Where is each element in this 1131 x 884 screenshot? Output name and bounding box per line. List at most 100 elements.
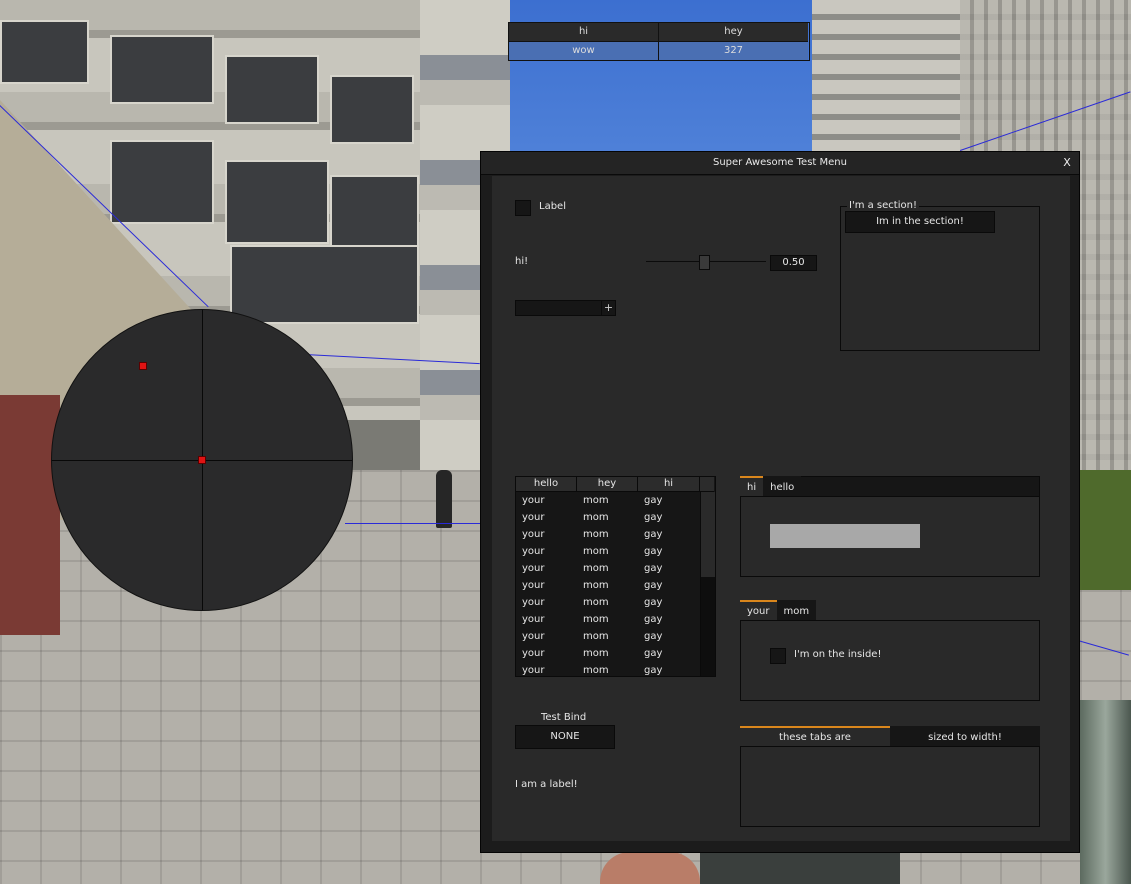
list-item-cell: gay — [644, 614, 663, 625]
list-item[interactable]: your mom gay — [516, 509, 700, 526]
radar-blip-player — [198, 456, 206, 464]
section-button[interactable]: Im in the section! — [845, 211, 995, 233]
list-item[interactable]: your mom gay — [516, 492, 700, 509]
text-input[interactable] — [770, 524, 920, 548]
tab-panel — [740, 496, 1040, 577]
tab-hello[interactable]: hello — [763, 476, 802, 497]
list-item-cell: mom — [583, 631, 609, 642]
player-hand — [600, 852, 700, 884]
column-header-corner — [700, 477, 714, 492]
list-item[interactable]: your mom gay — [516, 526, 700, 543]
list-view-header: hello hey hi — [516, 477, 715, 492]
list-item-cell: your — [522, 597, 545, 608]
list-item-cell: mom — [583, 614, 609, 625]
label-checkbox[interactable] — [515, 200, 531, 216]
list-item[interactable]: your mom gay — [516, 628, 700, 645]
info-cell: 327 — [658, 42, 808, 60]
list-item-cell: gay — [644, 563, 663, 574]
red-brick-wall — [0, 395, 60, 635]
info-table-header: hi hey — [509, 23, 809, 42]
debug-line — [345, 523, 480, 524]
window-titlebar[interactable]: Super Awesome Test Menu X — [481, 152, 1079, 175]
building-window — [110, 140, 214, 224]
tab-panel: I'm on the inside! — [740, 620, 1040, 701]
list-item-cell: gay — [644, 512, 663, 523]
list-item[interactable]: your mom gay — [516, 611, 700, 628]
info-table: hi hey wow 327 — [508, 22, 810, 61]
list-item-cell: gay — [644, 546, 663, 557]
list-item[interactable]: your mom gay — [516, 594, 700, 611]
section-group: I'm a section! Im in the section! — [840, 200, 1040, 351]
column-header[interactable]: hello — [516, 477, 577, 492]
test-menu-window: Super Awesome Test Menu X Label hi! 0.50… — [480, 151, 1080, 853]
list-item-cell: your — [522, 631, 545, 642]
radar — [51, 309, 353, 611]
tab-list: your mom — [740, 600, 817, 621]
building-window — [330, 75, 414, 144]
bind-button[interactable]: NONE — [515, 725, 615, 749]
list-item[interactable]: your mom gay — [516, 645, 700, 662]
list-item[interactable]: your mom gay — [516, 543, 700, 560]
list-item-cell: mom — [583, 648, 609, 659]
list-item-cell: mom — [583, 512, 609, 523]
list-view-scrollbar[interactable] — [700, 492, 715, 676]
tab-your[interactable]: your — [740, 600, 777, 621]
list-item-cell: your — [522, 546, 545, 557]
plus-icon[interactable]: + — [601, 301, 615, 315]
close-button[interactable]: X — [1059, 155, 1075, 171]
weapon-pipe — [1080, 700, 1131, 884]
list-item[interactable]: your mom gay — [516, 662, 700, 676]
list-item-cell: gay — [644, 631, 663, 642]
list-item-cell: gay — [644, 529, 663, 540]
list-view-rows: your mom gay your mom gay your mom gay your mom gay… — [516, 492, 700, 676]
info-header-cell: hi — [509, 23, 658, 42]
list-item-cell: mom — [583, 580, 609, 591]
npc-figure — [436, 470, 452, 528]
inner-checkbox-label: I'm on the inside! — [794, 649, 882, 660]
tab-these-tabs-are[interactable]: these tabs are — [740, 726, 890, 747]
info-header-cell: hey — [658, 23, 808, 42]
checkbox-label: Label — [539, 201, 566, 212]
list-item-cell: mom — [583, 529, 609, 540]
list-item-cell: mom — [583, 495, 609, 506]
list-item-cell: your — [522, 529, 545, 540]
column-header[interactable]: hey — [577, 477, 638, 492]
list-item[interactable]: your mom gay — [516, 560, 700, 577]
tab-control-2: your mom I'm on the inside! — [740, 600, 1040, 701]
slider-value-field[interactable]: 0.50 — [770, 255, 817, 271]
list-view[interactable]: hello hey hi your mom gay your mom gay your mom… — [515, 476, 716, 677]
tab-sized-to-width[interactable]: sized to width! — [890, 726, 1040, 747]
list-item[interactable]: your mom gay — [516, 577, 700, 594]
grass-patch — [1078, 470, 1131, 590]
section-title: I'm a section! — [847, 200, 919, 211]
building-window — [0, 20, 89, 84]
column-header[interactable]: hi — [638, 477, 700, 492]
tab-control-1: hi hello — [740, 476, 1040, 577]
building-window — [230, 245, 419, 324]
window-title: Super Awesome Test Menu — [713, 157, 847, 168]
list-item-cell: mom — [583, 665, 609, 676]
tab-panel — [740, 746, 1040, 827]
static-label: I am a label! — [515, 779, 578, 790]
list-item-cell: your — [522, 495, 545, 506]
list-item-cell: mom — [583, 597, 609, 608]
list-item-cell: gay — [644, 665, 663, 676]
building-window — [110, 35, 214, 104]
building-window — [330, 175, 419, 254]
combo-box[interactable]: + — [515, 300, 616, 316]
list-item-cell: your — [522, 563, 545, 574]
tab-hi[interactable]: hi — [740, 476, 764, 497]
slider-thumb[interactable] — [699, 255, 710, 270]
scrollbar-thumb[interactable] — [701, 492, 715, 577]
building-window — [225, 160, 329, 244]
list-item-cell: your — [522, 580, 545, 591]
list-item-cell: your — [522, 648, 545, 659]
bind-label: Test Bind — [541, 712, 587, 723]
tab-mom[interactable]: mom — [776, 600, 817, 621]
list-item-cell: your — [522, 665, 545, 676]
tab-list: these tabs are sized to width! — [740, 726, 1040, 747]
list-item-cell: gay — [644, 597, 663, 608]
radar-blip-enemy — [139, 362, 147, 370]
inner-checkbox[interactable] — [770, 648, 786, 664]
info-table-row: wow 327 — [509, 42, 809, 60]
